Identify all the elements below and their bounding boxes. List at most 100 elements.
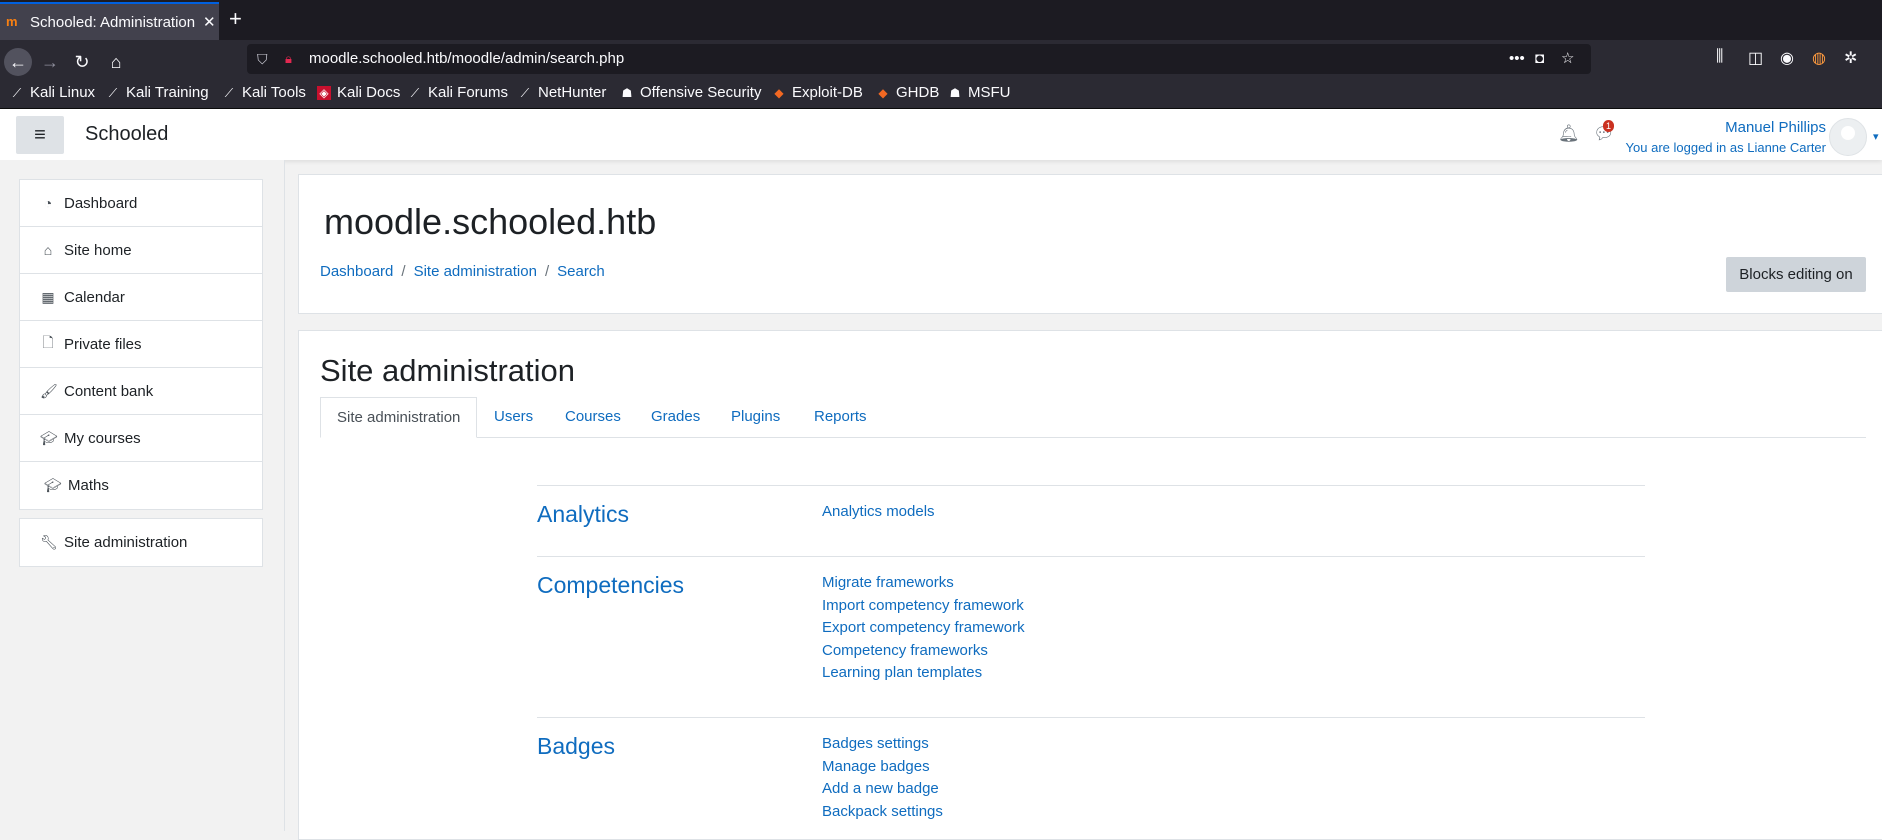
- bookmark-ghdb[interactable]: ◆ GHDB: [876, 84, 939, 101]
- breadcrumb-separator: /: [401, 263, 406, 280]
- kali-icon: ⟋: [520, 85, 530, 100]
- paintbrush-icon: 🖌︎: [40, 382, 58, 399]
- bookmark-star-icon[interactable]: ☆: [1561, 44, 1574, 74]
- kali-docs-icon: ◈: [317, 85, 331, 100]
- link-export-competency-framework[interactable]: Export competency framework: [822, 617, 1025, 640]
- url-text[interactable]: moodle.schooled.htb/moodle/admin/search.…: [309, 44, 624, 74]
- bookmark-kali-training[interactable]: ⟋ Kali Training: [106, 84, 209, 101]
- bookmark-kali-forums[interactable]: ⟋ Kali Forums: [408, 84, 508, 101]
- kali-icon: ⟋: [410, 85, 420, 100]
- library-icon[interactable]: ⫼: [1716, 48, 1723, 66]
- tab-courses[interactable]: Courses: [549, 397, 637, 437]
- bookmark-kali-tools[interactable]: ⟋ Kali Tools: [222, 84, 306, 101]
- breadcrumb-search[interactable]: Search: [557, 263, 605, 280]
- home-icon: ⌂: [43, 242, 53, 258]
- drawer-toggle-button[interactable]: ≡: [16, 116, 64, 154]
- bookmark-nethunter[interactable]: ⟋ NetHunter: [518, 84, 607, 101]
- admin-tabs: Site administration Users Courses Grades…: [320, 397, 1866, 438]
- close-tab-icon[interactable]: ✕: [203, 13, 216, 31]
- avatar[interactable]: [1829, 118, 1867, 156]
- link-migrate-frameworks[interactable]: Migrate frameworks: [822, 572, 1025, 595]
- browser-tab-bar: m Schooled: Administration ✕ +: [0, 0, 1882, 40]
- bookmark-kali-linux[interactable]: ⟋ Kali Linux: [10, 84, 95, 101]
- link-add-new-badge[interactable]: Add a new badge: [822, 778, 943, 801]
- link-import-competency-framework[interactable]: Import competency framework: [822, 595, 1025, 618]
- bookmark-kali-docs[interactable]: ◈ Kali Docs: [317, 84, 400, 101]
- extension-icon[interactable]: ◍: [1812, 48, 1826, 68]
- section-title-badges[interactable]: Badges: [537, 733, 615, 760]
- section-title-analytics[interactable]: Analytics: [537, 501, 629, 528]
- tab-title: Schooled: Administration: [30, 13, 195, 31]
- section-title-competencies[interactable]: Competencies: [537, 572, 684, 599]
- insecure-lock-icon[interactable]: 🔒︎: [285, 44, 292, 74]
- url-bar[interactable]: ⛉ 🔒︎ moodle.schooled.htb/moodle/admin/se…: [247, 44, 1591, 74]
- nav-drawer: ◔ Dashboard ⌂ Site home ▦ Calendar 🗋︎ Privat…: [0, 160, 285, 831]
- back-icon[interactable]: ←: [4, 48, 32, 76]
- browser-tab[interactable]: m Schooled: Administration ✕: [0, 2, 219, 40]
- link-competency-frameworks[interactable]: Competency frameworks: [822, 640, 1025, 663]
- breadcrumb-site-administration[interactable]: Site administration: [414, 263, 537, 280]
- message-count-badge: 1: [1603, 120, 1615, 132]
- tab-users[interactable]: Users: [478, 397, 549, 437]
- wrench-icon: 🔧︎: [40, 534, 58, 550]
- logged-in-as-link[interactable]: You are logged in as Lianne Carter: [1626, 140, 1826, 155]
- drawer-item-private-files[interactable]: 🗋︎ Private files: [20, 321, 262, 368]
- moodle-header: ≡ Schooled 🔔︎ 💬︎ 1 Manuel Phillips You a…: [0, 109, 1882, 160]
- section-links: Badges settings Manage badges Add a new …: [822, 733, 943, 823]
- link-manage-badges[interactable]: Manage badges: [822, 756, 943, 779]
- breadcrumb: Dashboard / Site administration / Search: [320, 263, 605, 280]
- admin-section-badges: Badges Badges settings Manage badges Add…: [537, 717, 1645, 838]
- drawer-main-nav: ◔ Dashboard ⌂ Site home ▦ Calendar 🗋︎ Privat…: [19, 179, 263, 510]
- kali-icon: ⟋: [224, 85, 234, 100]
- section-heading: Site administration: [320, 353, 576, 388]
- breadcrumb-separator: /: [544, 263, 550, 280]
- dashboard-icon: ◔: [43, 195, 53, 211]
- bookmark-offensive-security[interactable]: ☗ Offensive Security: [620, 84, 762, 101]
- bookmark-exploit-db[interactable]: ◆ Exploit-DB: [772, 84, 862, 101]
- drawer-item-content-bank[interactable]: 🖌︎ Content bank: [20, 368, 262, 415]
- section-links: Migrate frameworks Import competency fra…: [822, 572, 1025, 685]
- reload-icon[interactable]: ↻: [68, 48, 96, 76]
- shield-icon[interactable]: ⛉: [257, 44, 268, 74]
- tab-grades[interactable]: Grades: [635, 397, 716, 437]
- link-learning-plan-templates[interactable]: Learning plan templates: [822, 662, 1025, 685]
- notification-bell-icon[interactable]: 🔔︎: [1558, 124, 1580, 144]
- drawer-item-dashboard[interactable]: ◔ Dashboard: [20, 180, 262, 227]
- bookmark-msfu[interactable]: ☗ MSFU: [948, 84, 1011, 101]
- drawer-item-calendar[interactable]: ▦ Calendar: [20, 274, 262, 321]
- account-icon[interactable]: ◉: [1780, 48, 1794, 68]
- link-backpack-settings[interactable]: Backpack settings: [822, 801, 943, 824]
- tab-reports[interactable]: Reports: [798, 397, 883, 437]
- drawer-item-my-courses[interactable]: 🎓︎ My courses: [20, 415, 262, 462]
- drawer-admin-nav: 🔧︎ Site administration: [19, 518, 263, 567]
- settings-icon[interactable]: ✲: [1844, 48, 1857, 68]
- admin-section-competencies: Competencies Migrate frameworks Import c…: [537, 556, 1645, 717]
- tab-site-administration[interactable]: Site administration: [320, 397, 478, 438]
- drawer-item-site-home[interactable]: ⌂ Site home: [20, 227, 262, 274]
- moodle-favicon-icon: m: [6, 14, 18, 29]
- section-links: Analytics models: [822, 501, 935, 524]
- user-name[interactable]: Manuel Phillips: [1725, 119, 1826, 136]
- new-tab-icon[interactable]: +: [229, 6, 242, 32]
- sidebar-icon[interactable]: ◫: [1748, 48, 1763, 68]
- drawer-item-site-administration[interactable]: 🔧︎ Site administration: [20, 519, 262, 566]
- hamburger-icon: ≡: [34, 124, 46, 146]
- offsec-icon: ☗: [949, 85, 961, 100]
- breadcrumb-dashboard[interactable]: Dashboard: [320, 263, 393, 280]
- graduation-cap-icon: 🎓︎: [44, 477, 62, 493]
- link-analytics-models[interactable]: Analytics models: [822, 501, 935, 524]
- site-brand[interactable]: Schooled: [85, 123, 168, 146]
- chevron-down-icon[interactable]: ▾: [1873, 130, 1879, 143]
- drawer-item-maths[interactable]: 🎓︎ Maths: [20, 462, 262, 509]
- tab-plugins[interactable]: Plugins: [715, 397, 796, 437]
- more-actions-icon[interactable]: •••: [1509, 44, 1525, 74]
- link-badges-settings[interactable]: Badges settings: [822, 733, 943, 756]
- kali-icon: ⟋: [12, 85, 22, 100]
- home-icon[interactable]: ⌂: [102, 48, 130, 76]
- file-icon: 🗋︎: [42, 334, 54, 350]
- pocket-icon[interactable]: ◘: [1535, 44, 1544, 74]
- ghdb-icon: ◆: [878, 85, 888, 100]
- offsec-icon: ☗: [621, 85, 633, 100]
- blocks-editing-button[interactable]: Blocks editing on: [1726, 257, 1866, 292]
- forward-icon[interactable]: →: [36, 48, 64, 76]
